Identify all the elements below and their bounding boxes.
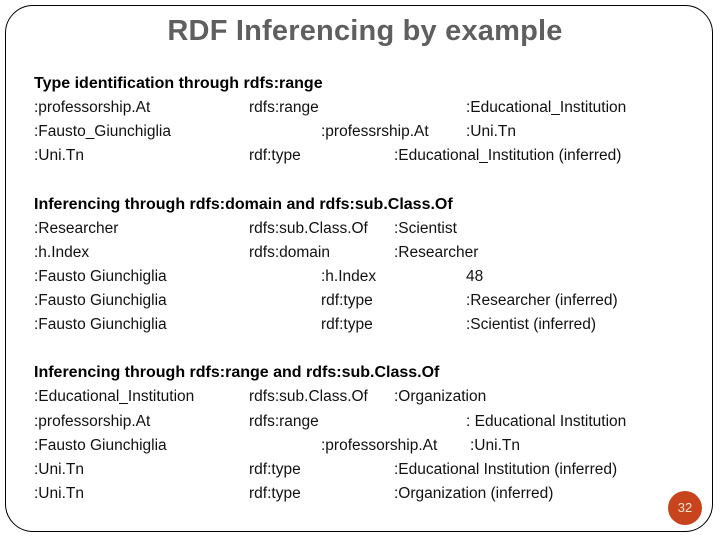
triple-predicate: rdfs:range [249,99,319,116]
triple-subject: :professorship.At [34,413,151,430]
triple-subject: :Fausto Giunchiglia [34,437,167,454]
slide-title: RDF Inferencing by example [167,15,563,47]
triple-predicate: rdf:type [249,147,301,164]
triple-object: :Uni.Tn [466,123,516,140]
triple-subject: :Fausto Giunchiglia [34,316,167,333]
triple-predicate: rdf:type [321,316,373,333]
triple-predicate: rdf:type [249,485,301,502]
triple-subject: :Fausto_Giunchiglia [34,123,171,140]
triple-object: : Educational Institution [466,413,627,430]
triple-predicate: :h.Index [321,268,377,285]
triple-predicate: rdfs:sub.Class.Of [249,220,368,237]
section-heading: Type identification through rdfs:range [34,75,323,92]
triple-subject: :Uni.Tn [34,461,84,478]
triple-subject: :Fausto Giunchiglia [34,268,167,285]
triple-predicate: rdfs:range [249,413,319,430]
triple-object: :Educational Institution (inferred) [394,461,618,478]
triple-object: :Scientist (inferred) [466,316,597,333]
triple-subject: :professorship.At [34,99,151,116]
triple-object: 48 [466,268,484,285]
triple-predicate: :professorship.At [321,437,438,454]
triple-subject: :h.Index [34,244,90,261]
triple-object: :Organization [394,388,487,405]
triple-object: :Researcher [394,244,479,261]
triple-object: :Scientist [394,220,457,237]
triple-subject: :Fausto Giunchiglia [34,292,167,309]
triple-predicate: :professrship.At [321,123,429,140]
slide-number-badge: 32 [668,491,702,525]
triple-object: :Researcher (inferred) [466,292,618,309]
triple-object: :Educational_Institution (inferred) [394,147,622,164]
triple-subject: :Educational_Institution [34,388,195,405]
triple-object: :Organization (inferred) [394,485,554,502]
triple-predicate: rdf:type [321,292,373,309]
triple-predicate: rdf:type [249,461,301,478]
section-heading: Inferencing through rdfs:range and rdfs:… [34,364,440,381]
triple-predicate: rdfs:domain [249,244,330,261]
triple-subject: :Uni.Tn [34,485,84,502]
triple-object: :Educational_Institution [466,99,627,116]
triple-predicate: rdfs:sub.Class.Of [249,388,368,405]
triple-object: :Uni.Tn [470,437,520,454]
triple-subject: :Researcher [34,220,119,237]
triple-subject: :Uni.Tn [34,147,84,164]
section-heading: Inferencing through rdfs:domain and rdfs… [34,196,453,213]
